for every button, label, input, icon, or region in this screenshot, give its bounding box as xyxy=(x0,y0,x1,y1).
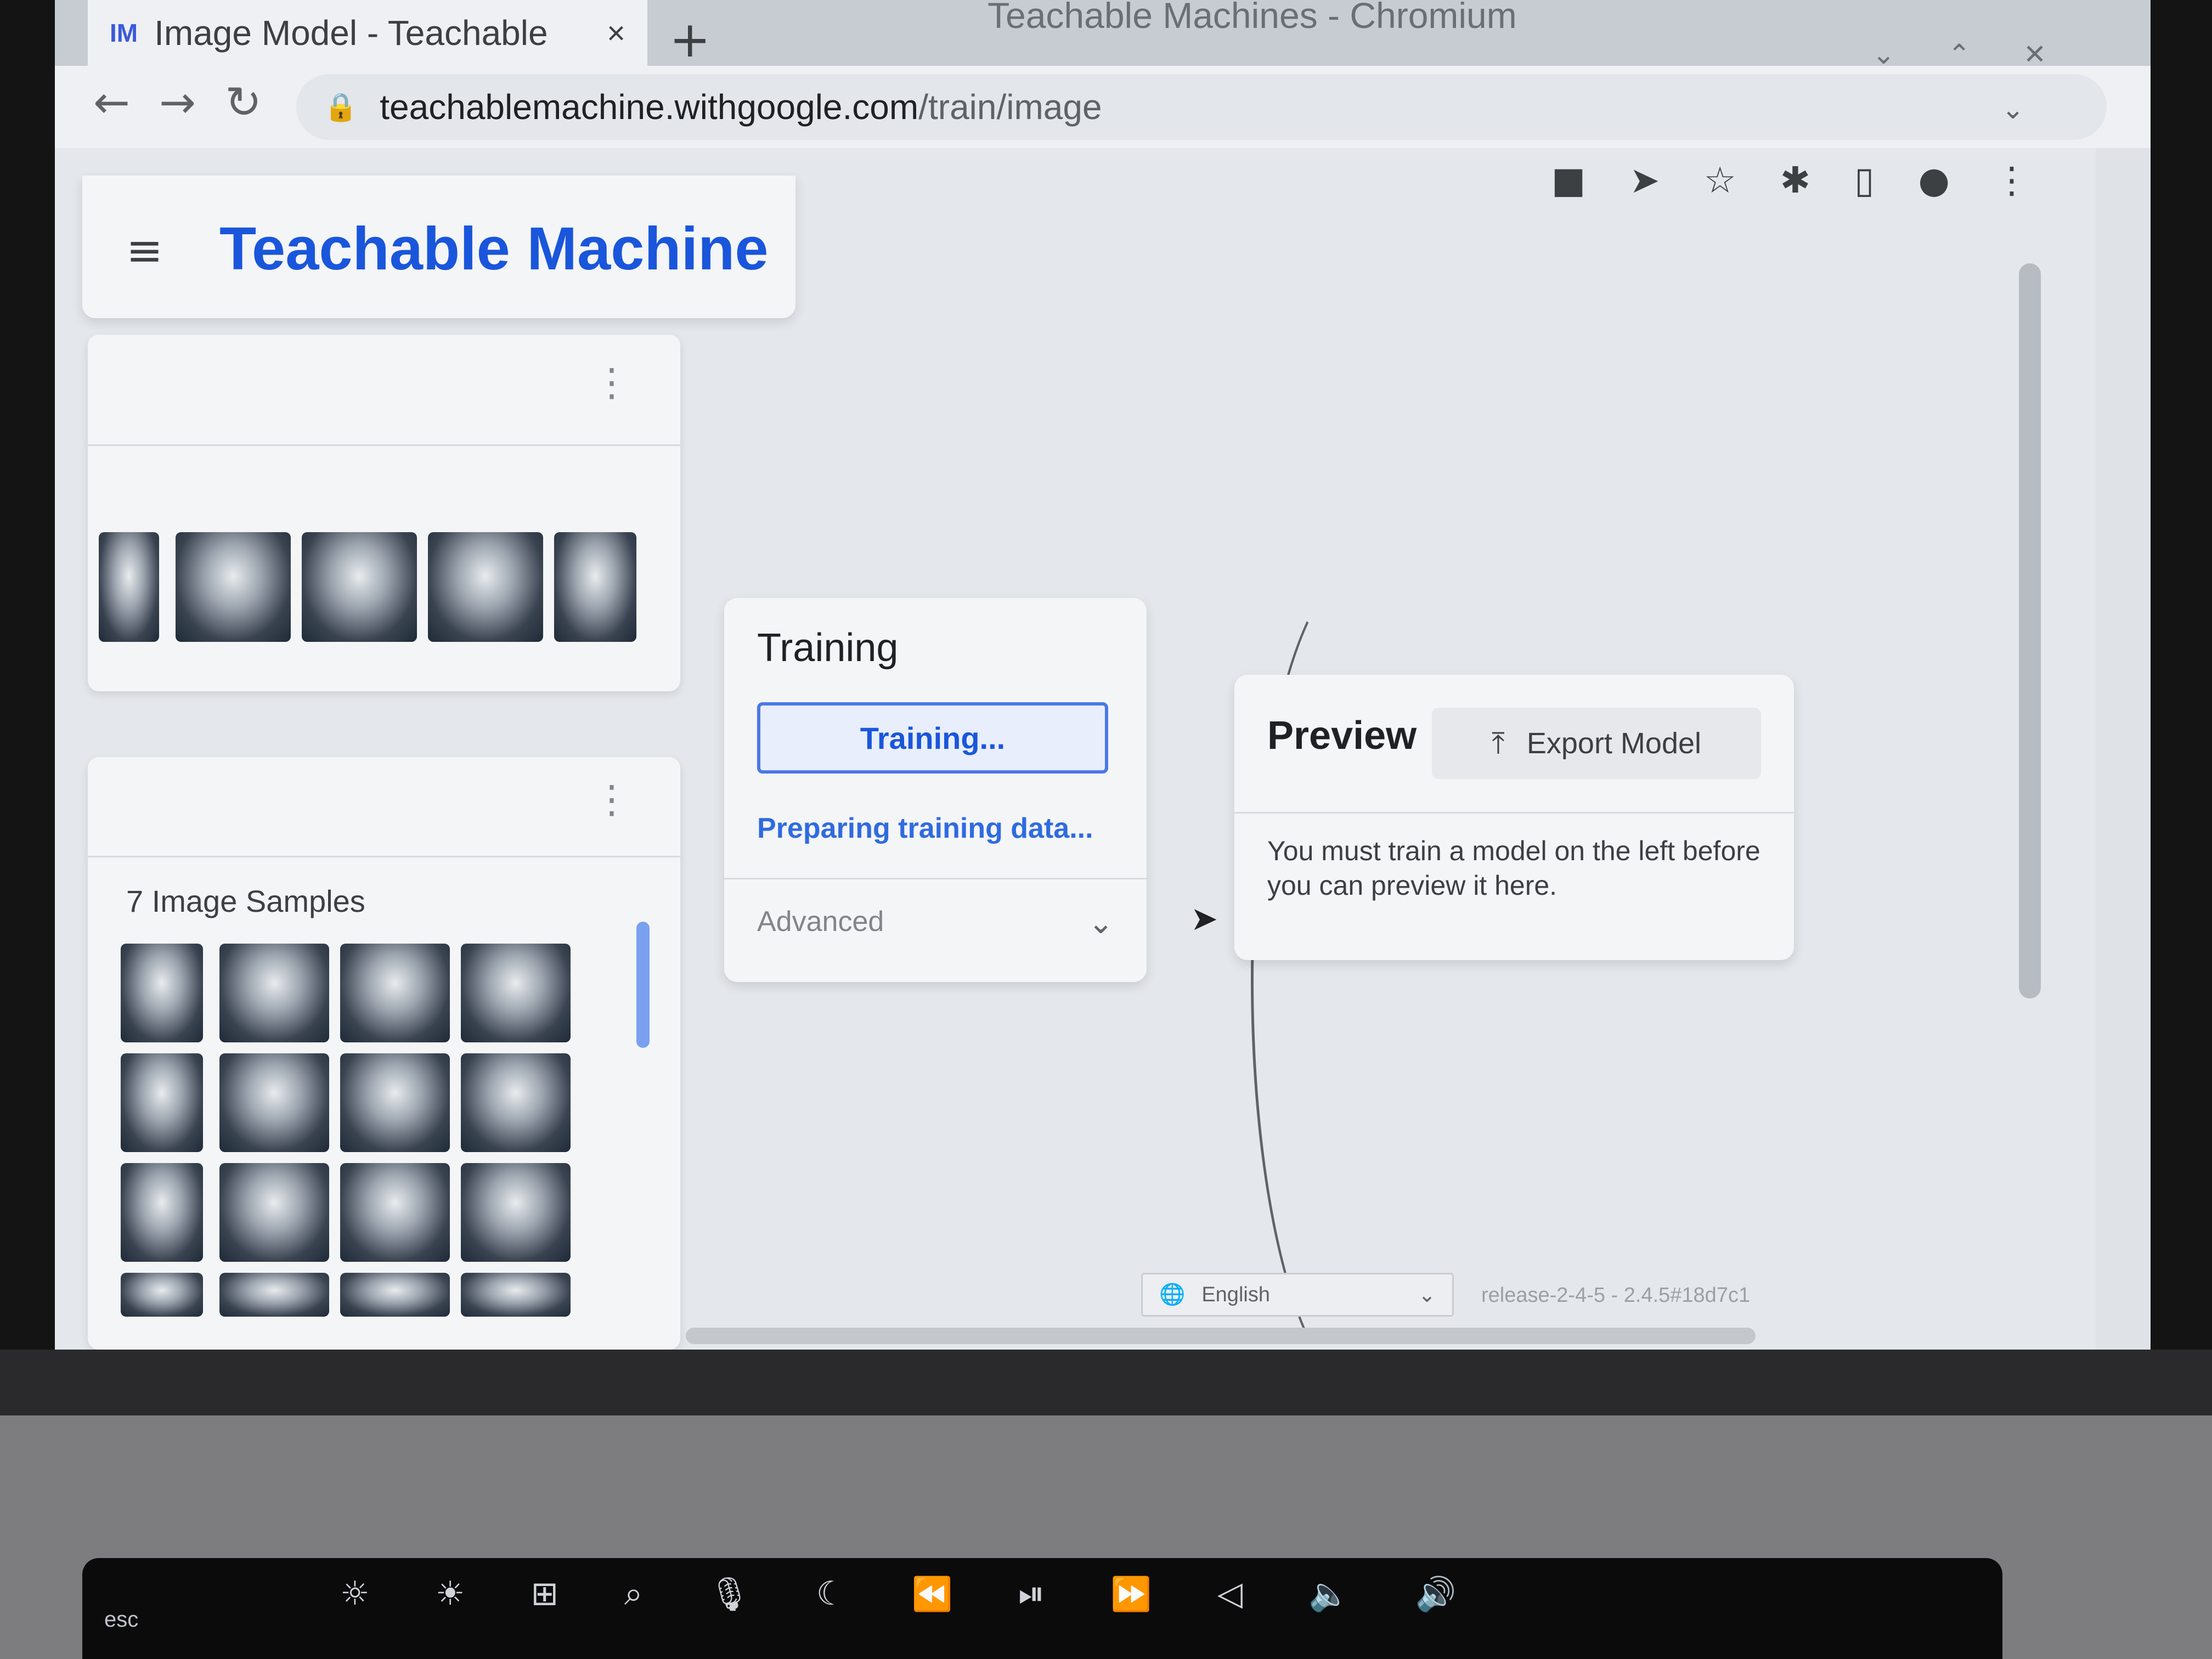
touch-bar-keys: ☼ ☀ ⊞ ⌕ 🎙 ☾ ⏪ ⏯ ⏩ ◁ 🔈 🔊 xyxy=(340,1575,1456,1613)
sample-thumbnail[interactable] xyxy=(219,1053,329,1152)
lock-icon: 🔒 xyxy=(324,91,358,122)
vertical-scrollbar[interactable] xyxy=(2019,263,2041,998)
sample-thumbnail[interactable] xyxy=(219,1163,329,1262)
export-model-label: Export Model xyxy=(1526,727,1702,760)
globe-icon: 🌐 xyxy=(1159,1283,1186,1306)
back-icon[interactable]: ← xyxy=(93,77,130,128)
laptop-screen: IM Image Model - Teachable × + Teachable… xyxy=(55,0,2151,1350)
training-divider xyxy=(724,878,1147,879)
training-status: Preparing training data... xyxy=(757,812,1093,844)
chevron-down-icon[interactable]: ⌄ xyxy=(1088,905,1114,941)
browser-toolbar: ← → ↻ 🔒 teachablemachine.withgoogle.com /… xyxy=(55,66,2151,148)
reload-icon[interactable]: ↻ xyxy=(225,77,262,128)
sample-thumbnail[interactable] xyxy=(121,1273,203,1317)
sample-thumbnail[interactable] xyxy=(219,944,329,1042)
side-panel-icon[interactable]: ▯ xyxy=(1854,159,1874,201)
sample-thumbnail[interactable] xyxy=(461,1163,571,1262)
mission-control-icon[interactable]: ⊞ xyxy=(531,1575,558,1613)
sample-thumbnail[interactable] xyxy=(461,1273,571,1317)
training-card: Training Training... Preparing training … xyxy=(724,598,1147,982)
url-host: teachablemachine.withgoogle.com xyxy=(380,87,919,127)
language-value: English xyxy=(1201,1283,1270,1306)
more-icon[interactable]: ⋮ xyxy=(592,363,631,402)
tab-favicon: IM xyxy=(110,19,138,47)
laptop-bezel xyxy=(0,1350,2212,1415)
more-icon[interactable]: ⋮ xyxy=(592,780,631,819)
train-model-button[interactable]: Training... xyxy=(757,702,1108,774)
url-path: /train/image xyxy=(918,87,1102,127)
class-card-header: ⋮ xyxy=(88,335,680,446)
preview-divider xyxy=(1234,812,1794,814)
sample-thumbnail[interactable] xyxy=(121,944,203,1042)
volume-up-icon[interactable]: 🔊 xyxy=(1415,1575,1457,1613)
spotlight-search-icon[interactable]: ⌕ xyxy=(624,1575,643,1613)
mouse-cursor-icon: ➤ xyxy=(1190,900,1218,938)
chevron-down-icon: ⌄ xyxy=(1418,1283,1436,1307)
app-header: ≡ Teachable Machine xyxy=(82,176,795,318)
language-select[interactable]: 🌐 English ⌄ xyxy=(1141,1273,1454,1317)
brightness-down-icon[interactable]: ☼ xyxy=(340,1575,370,1613)
preview-card: Preview ⤒ Export Model You must train a … xyxy=(1234,675,1794,960)
dictation-icon[interactable]: 🎙 xyxy=(708,1575,750,1613)
profile-icon[interactable]: ● xyxy=(1918,159,1950,201)
extensions-icon[interactable]: ✱ xyxy=(1780,159,1810,201)
app-area: ≡ Teachable Machine ■ ➤ ☆ ✱ ▯ ● ⋮ ⋮ ⋮ 7 … xyxy=(55,148,2096,1350)
forward-icon[interactable]: → xyxy=(159,77,196,128)
sample-thumbnail[interactable] xyxy=(99,532,159,642)
sample-thumbnail[interactable] xyxy=(428,532,543,642)
new-tab-button[interactable]: + xyxy=(669,11,710,69)
sample-thumbnail[interactable] xyxy=(461,944,571,1042)
brand-title[interactable]: Teachable Machine xyxy=(219,214,769,284)
samples-scrollbar[interactable] xyxy=(636,922,650,1048)
menu-icon[interactable]: ≡ xyxy=(126,225,163,276)
sample-thumbnail[interactable] xyxy=(461,1053,571,1152)
training-heading: Training xyxy=(757,626,899,670)
sample-thumbnail[interactable] xyxy=(121,1163,203,1262)
sample-thumbnail[interactable] xyxy=(554,532,636,642)
sample-thumbnail[interactable] xyxy=(340,944,450,1042)
browser-tab[interactable]: IM Image Model - Teachable × xyxy=(88,0,647,66)
play-pause-icon[interactable]: ⏯ xyxy=(1018,1575,1045,1613)
chevron-down-icon[interactable]: ⌄ xyxy=(2001,93,2024,125)
window-title: Teachable Machines - Chromium xyxy=(988,0,1517,36)
upload-icon: ⤒ xyxy=(1491,726,1505,760)
video-camera-icon[interactable]: ■ xyxy=(1551,159,1585,201)
star-icon[interactable]: ☆ xyxy=(1704,159,1736,201)
tab-title: Image Model - Teachable xyxy=(154,13,548,53)
rewind-icon[interactable]: ⏪ xyxy=(911,1575,952,1613)
touch-bar: esc ☼ ☀ ⊞ ⌕ 🎙 ☾ ⏪ ⏯ ⏩ ◁ 🔈 🔊 xyxy=(82,1558,2002,1659)
advanced-toggle[interactable]: Advanced xyxy=(757,905,884,938)
class-card: ⋮ xyxy=(88,335,680,691)
mute-icon[interactable]: ◁ xyxy=(1217,1575,1243,1613)
brightness-up-icon[interactable]: ☀ xyxy=(436,1575,465,1613)
volume-down-icon[interactable]: 🔈 xyxy=(1308,1575,1350,1613)
do-not-disturb-icon[interactable]: ☾ xyxy=(816,1575,846,1613)
preview-message: You must train a model on the left befor… xyxy=(1267,836,1760,901)
fast-forward-icon[interactable]: ⏩ xyxy=(1110,1575,1152,1613)
more-icon[interactable]: ⋮ xyxy=(1994,159,2030,201)
sample-thumbnail[interactable] xyxy=(176,532,291,642)
sample-thumbnail[interactable] xyxy=(340,1273,450,1317)
sample-thumbnail[interactable] xyxy=(302,532,417,642)
horizontal-scrollbar[interactable] xyxy=(686,1328,1756,1344)
export-model-button[interactable]: ⤒ Export Model xyxy=(1432,708,1761,779)
tab-close-icon[interactable]: × xyxy=(607,15,625,52)
sample-thumbnail[interactable] xyxy=(121,1053,203,1152)
address-bar[interactable]: 🔒 teachablemachine.withgoogle.com/train/… xyxy=(296,74,2107,140)
image-samples-label: 7 Image Samples xyxy=(126,884,365,918)
send-icon[interactable]: ➤ xyxy=(1629,159,1660,201)
preview-heading: Preview xyxy=(1267,714,1417,758)
esc-key[interactable]: esc xyxy=(104,1607,138,1632)
class-card: ⋮ 7 Image Samples xyxy=(88,757,680,1350)
tab-strip: IM Image Model - Teachable × + Teachable… xyxy=(55,0,2151,70)
sample-thumbnail[interactable] xyxy=(219,1273,329,1317)
release-version: release-2-4-5 - 2.4.5#18d7c1 xyxy=(1481,1284,1751,1307)
sample-thumbnail[interactable] xyxy=(340,1053,450,1152)
sample-thumbnail[interactable] xyxy=(340,1163,450,1262)
class-card-header: ⋮ xyxy=(88,757,680,857)
extension-icons: ■ ➤ ☆ ✱ ▯ ● ⋮ xyxy=(1551,159,2030,201)
